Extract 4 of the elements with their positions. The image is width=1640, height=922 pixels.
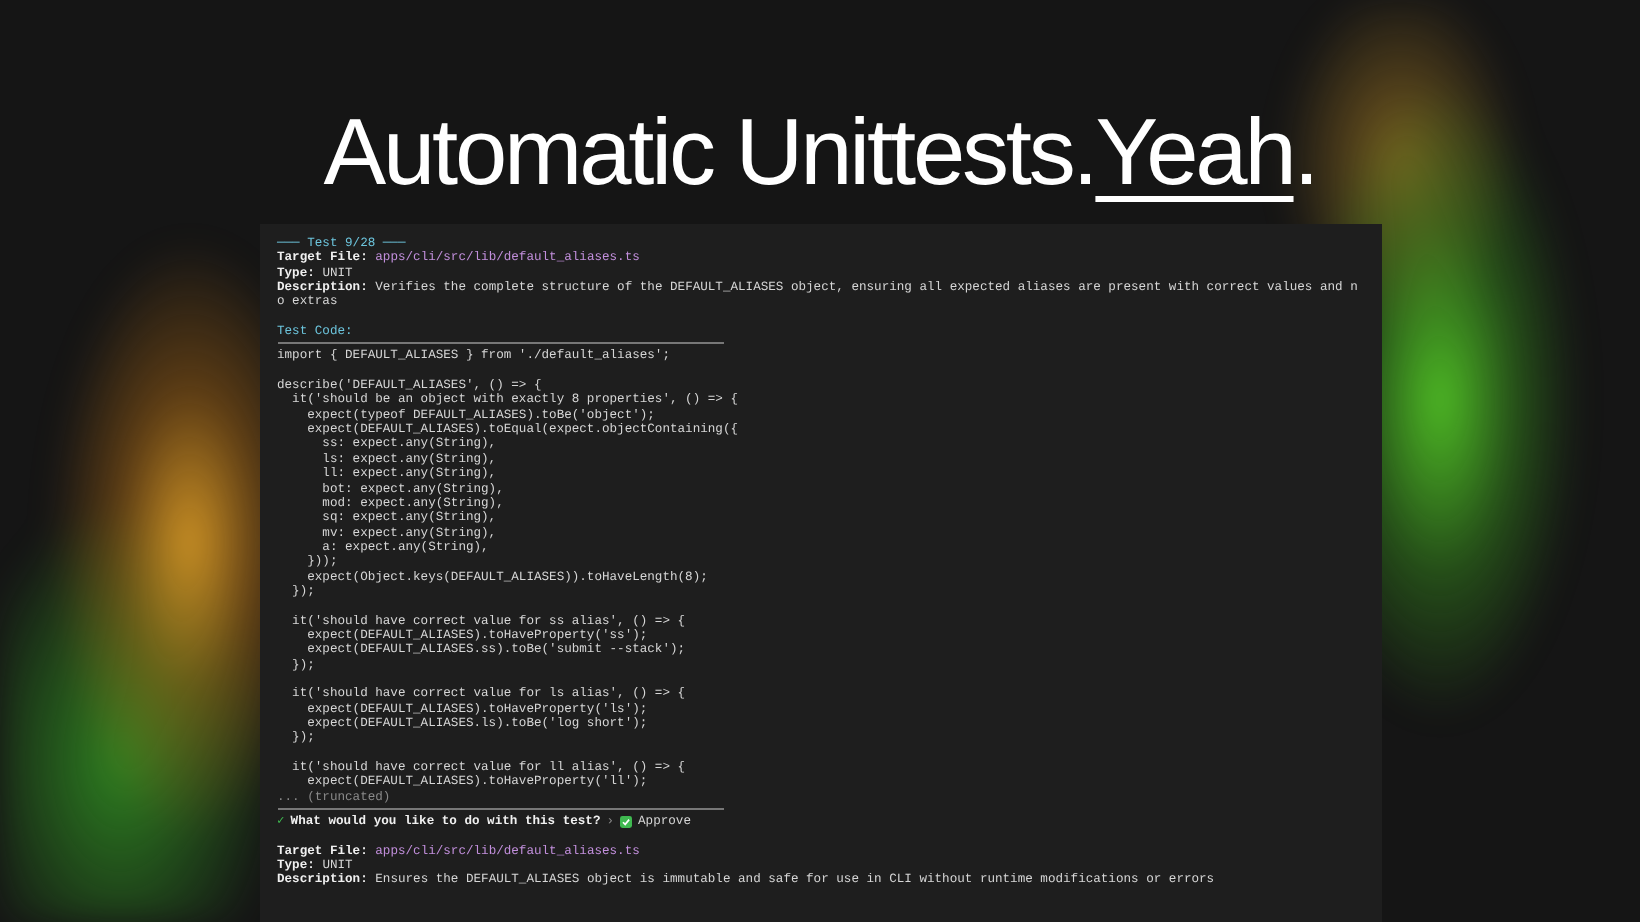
check-box-icon <box>620 815 633 828</box>
headline-emphasis: Yeah <box>1095 98 1294 204</box>
headline-period: . <box>1293 98 1317 204</box>
headline: Automatic Unittests. <box>323 98 1096 204</box>
